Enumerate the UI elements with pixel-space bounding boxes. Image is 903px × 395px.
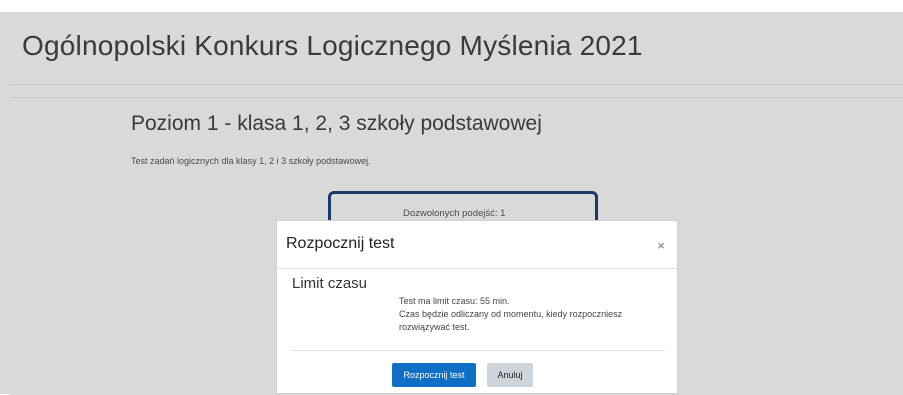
cancel-button[interactable]: Anuluj	[487, 363, 533, 387]
dialog-footer-divider	[291, 350, 665, 351]
dialog-title: Rozpocznij test	[286, 235, 395, 252]
start-quiz-button[interactable]: Rozpocznij test	[392, 363, 476, 387]
time-limit-info: Test ma limit czasu: 55 min. Czas będzie…	[399, 295, 669, 334]
page-title: Ogólnopolski Konkurs Logicznego Myślenia…	[22, 30, 643, 61]
start-quiz-dialog: Rozpocznij test × Limit czasu Test ma li…	[276, 220, 678, 394]
quiz-title: Poziom 1 - klasa 1, 2, 3 szkoły podstawo…	[131, 112, 542, 135]
time-limit-line: Test ma limit czasu: 55 min.	[399, 296, 510, 306]
close-icon[interactable]: ×	[657, 238, 665, 253]
dialog-header-divider	[277, 268, 677, 269]
time-limit-label: Limit czasu	[292, 275, 368, 292]
attempts-allowed-text: Dozwolonych podejść: 1	[403, 208, 506, 219]
timer-notice-line: Czas będzie odliczany od momentu, kiedy …	[399, 309, 623, 332]
quiz-description: Test zadań logicznych dla klasy 1, 2 i 3…	[131, 156, 371, 166]
